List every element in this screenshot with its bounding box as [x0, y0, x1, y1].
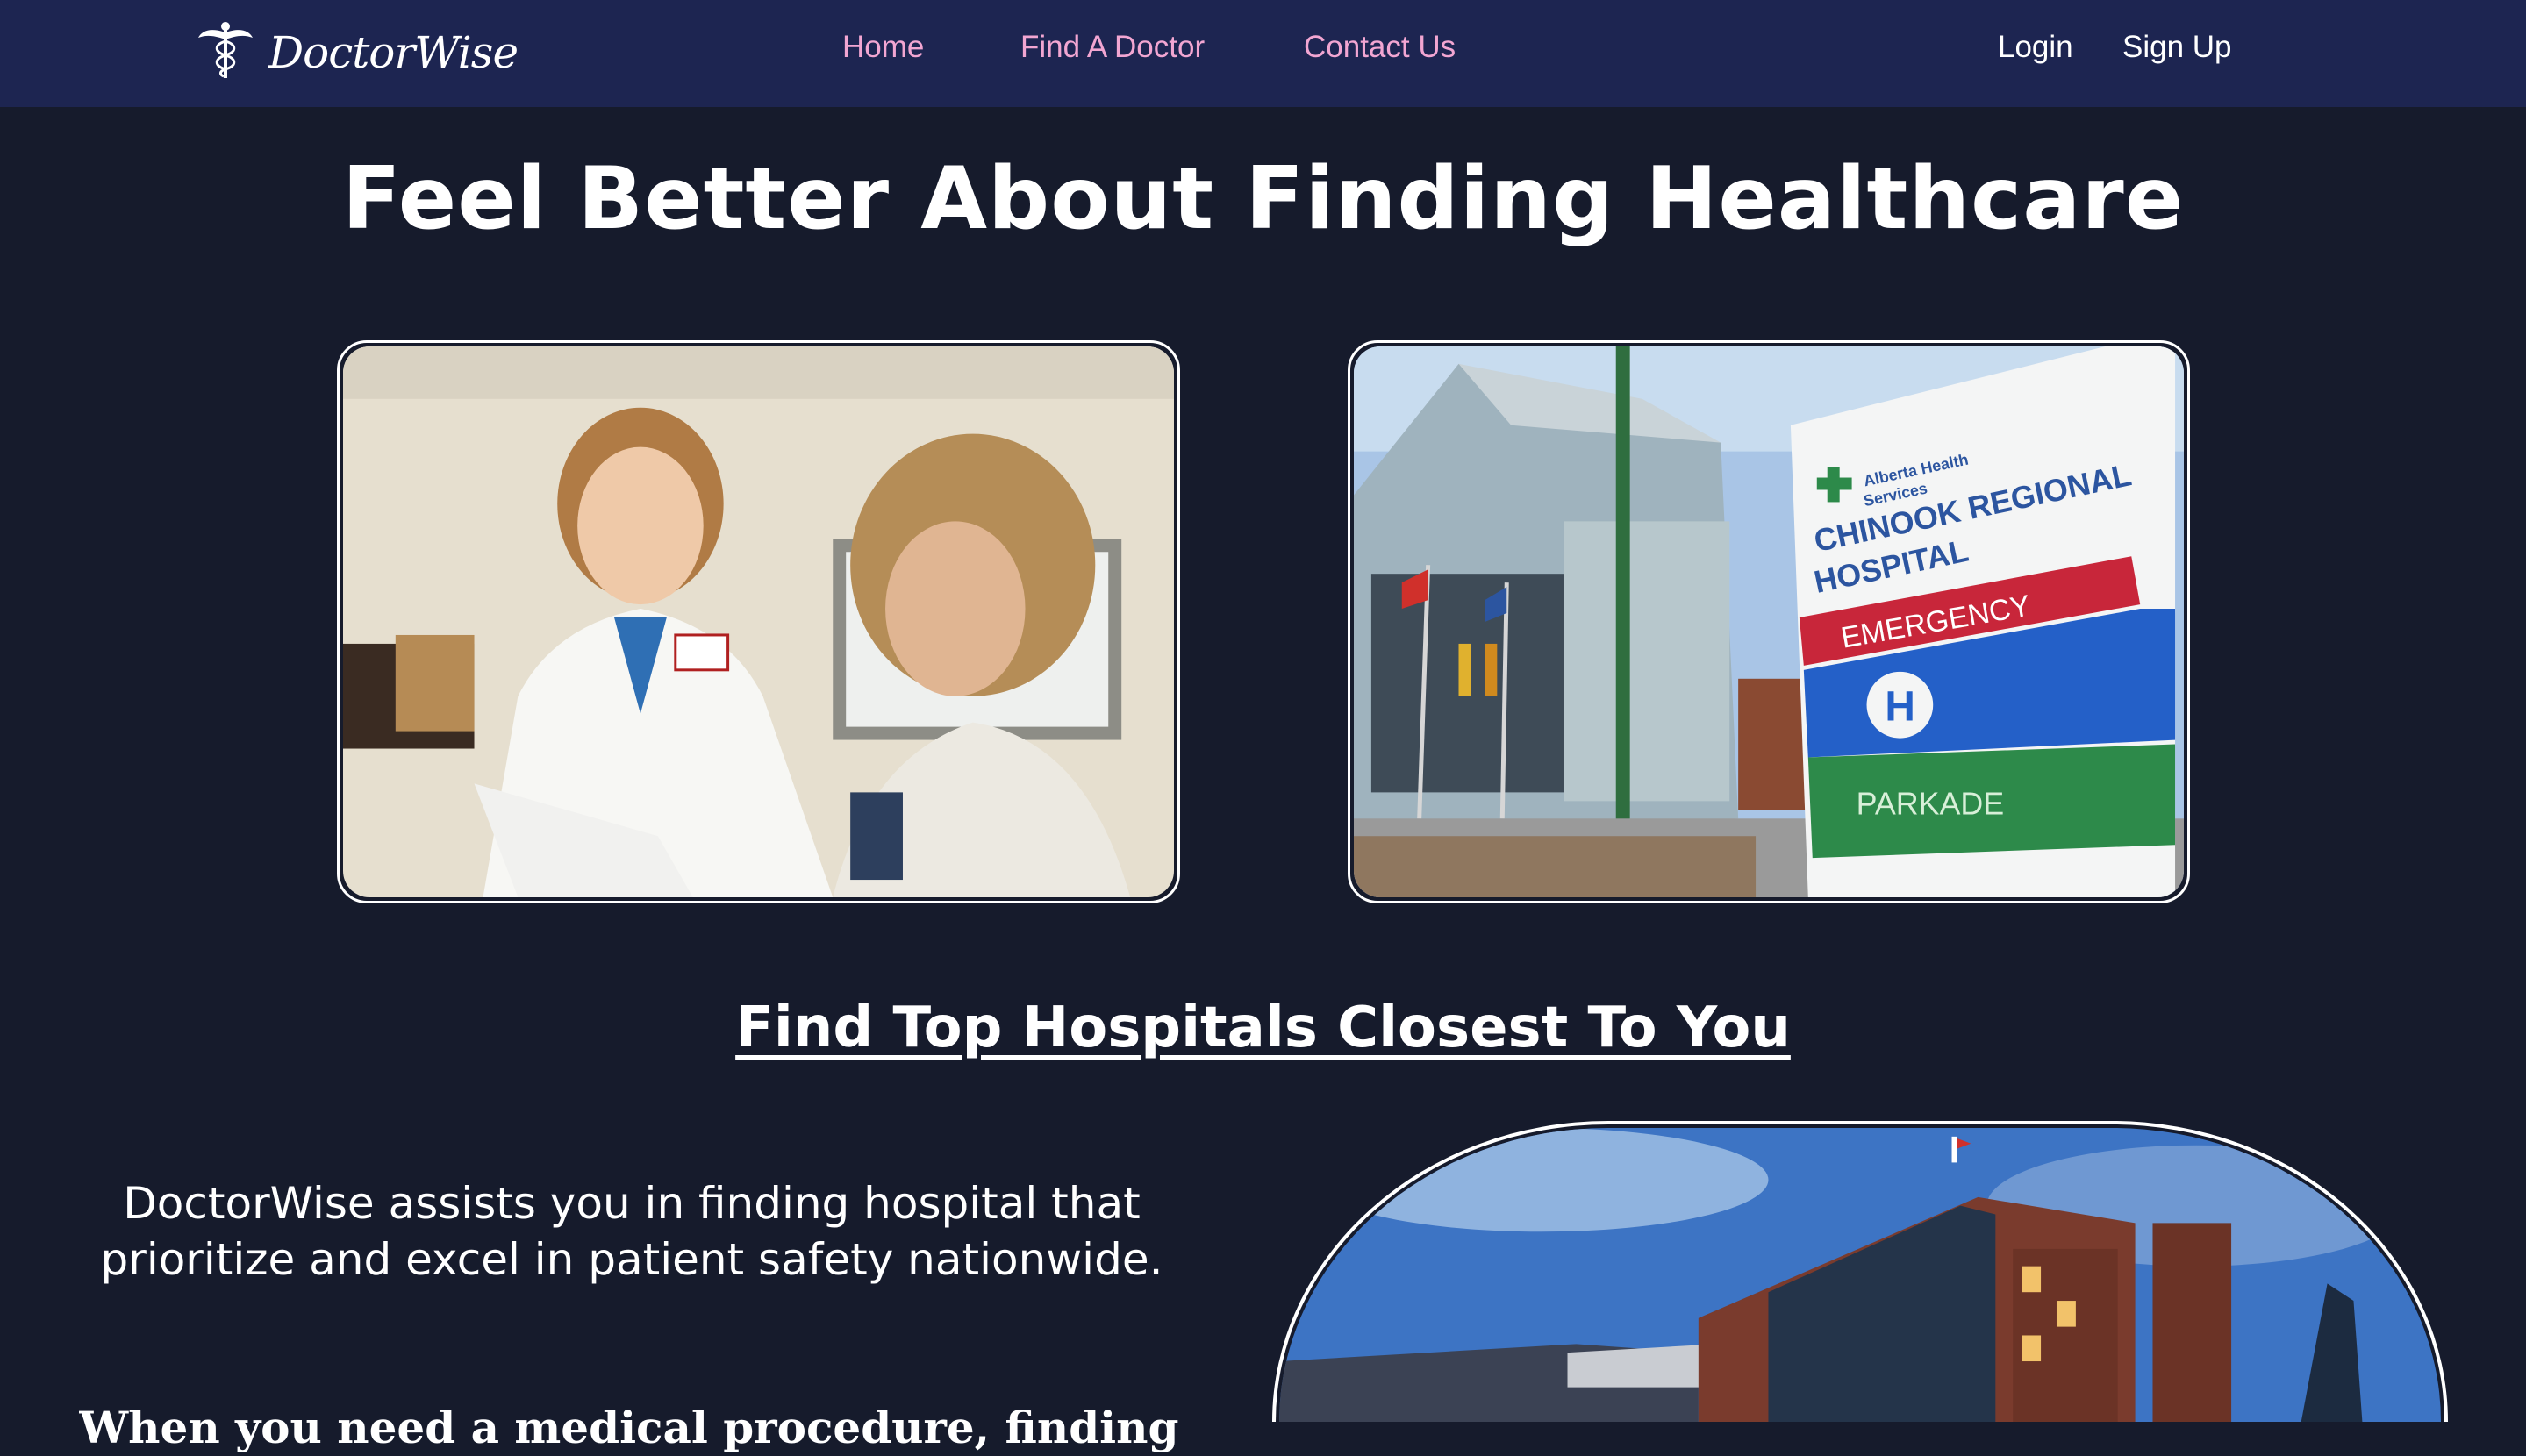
- sign-h-text: H: [1885, 684, 1915, 731]
- signup-link[interactable]: Sign Up: [2122, 26, 2232, 68]
- hospital-sign-photo: Alberta Health Services CHINOOK REGIONAL…: [1348, 340, 2190, 903]
- caduceus-icon: [195, 20, 256, 86]
- hospital-building-photo: [1272, 1121, 2448, 1422]
- brand-name: DoctorWise: [268, 27, 519, 78]
- hero-title: Feel Better About Finding Healthcare: [341, 149, 2185, 249]
- nav-find-doctor-link[interactable]: Find A Doctor: [1020, 26, 1205, 68]
- nav-contact-link[interactable]: Contact Us: [1304, 26, 1456, 68]
- section-lead-text: DoctorWise assists you in finding hospit…: [100, 1178, 1163, 1285]
- sign-parkade-text: PARKADE: [1857, 786, 2005, 821]
- top-navbar: DoctorWise Home Find A Doctor Contact Us…: [0, 0, 2526, 107]
- brand-logo[interactable]: DoctorWise: [195, 18, 519, 88]
- section-body-text: When you need a medical procedure, findi…: [79, 1402, 1184, 1453]
- nav-home-link[interactable]: Home: [842, 26, 924, 68]
- login-link[interactable]: Login: [1998, 26, 2073, 68]
- doctor-patient-photo: [337, 340, 1180, 903]
- section-title: Find Top Hospitals Closest To You: [735, 996, 1791, 1060]
